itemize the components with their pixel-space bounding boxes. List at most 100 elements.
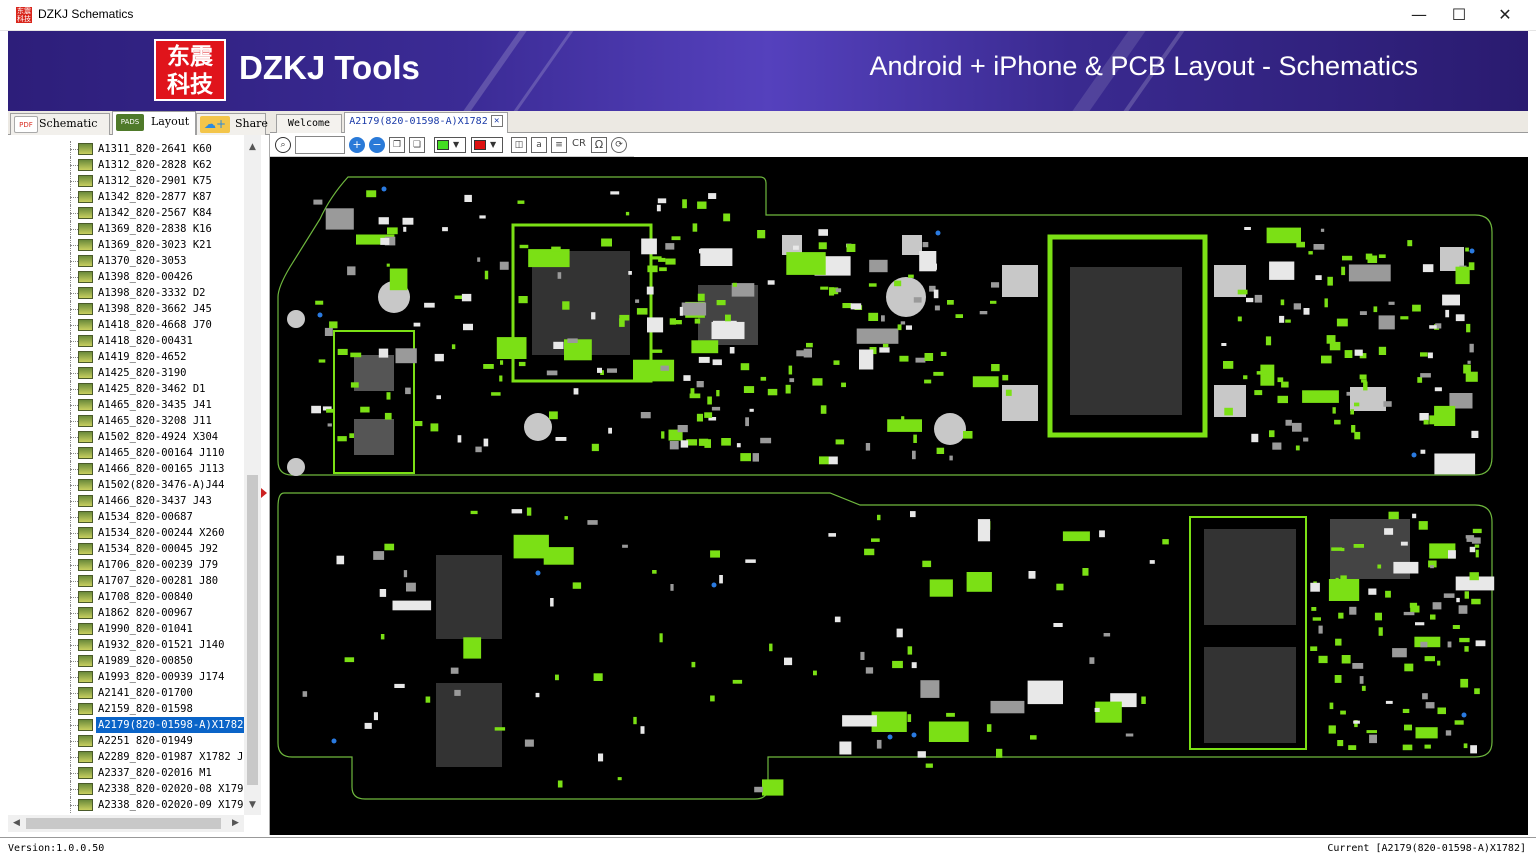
tree-item[interactable]: A1342_820-2877 K87 — [8, 189, 254, 205]
search-icon[interactable]: ⌕ — [275, 137, 291, 153]
tree-item[interactable]: A1465_820-00164 J110 — [8, 445, 254, 461]
tree-item[interactable]: A2338_820-02020-09 X1799 — [8, 797, 254, 813]
tab-share[interactable]: ☁+ Share — [196, 113, 268, 135]
smd-component — [986, 724, 992, 732]
smd-component — [696, 381, 704, 388]
tab-a2179-layout[interactable]: A2179(820-01598-A)X1782 ✕ — [344, 112, 508, 133]
test-point — [711, 582, 717, 588]
smd-component — [1279, 315, 1285, 323]
tab-schematic[interactable]: PDF Schematic — [10, 113, 110, 135]
tree-item[interactable]: A1862 820-00967 — [8, 605, 254, 621]
highlight-color-picker[interactable]: ▼ — [471, 137, 503, 153]
smd-component — [1030, 735, 1037, 740]
tree-item[interactable]: A2289_820-01987 X1782 J22 — [8, 749, 254, 765]
smd-component — [881, 315, 885, 322]
smd-component — [1464, 646, 1469, 652]
pcb-layout-canvas[interactable] — [270, 157, 1528, 835]
tree-item[interactable]: A2141_820-01700 — [8, 685, 254, 701]
tree-item[interactable]: A1369_820-3023 K21 — [8, 237, 254, 253]
tree-item[interactable]: A1708_820-00840 — [8, 589, 254, 605]
layers-icon[interactable]: ◫ — [511, 137, 527, 153]
tree-item[interactable]: A1534_820-00045 J92 — [8, 541, 254, 557]
tree-item[interactable]: A1466_820-3437 J43 — [8, 493, 254, 509]
tree-item[interactable]: A1932_820-01521 J140 — [8, 637, 254, 653]
tree-item[interactable]: A1419_820-4652 — [8, 349, 254, 365]
tree-item[interactable]: A1398_820-00426 — [8, 269, 254, 285]
tree-item[interactable]: A1425_820-3190 — [8, 365, 254, 381]
tree-item[interactable]: A1534_820-00244 X260 — [8, 525, 254, 541]
tree-horizontal-scrollbar[interactable]: ◀ ▶ — [8, 815, 244, 832]
smd-component — [749, 408, 754, 412]
tree-item[interactable]: A1465_820-3435 J41 — [8, 397, 254, 413]
tree-item[interactable]: A1425_820-3462 D1 — [8, 381, 254, 397]
tab-layout[interactable]: PADS Layout — [112, 111, 196, 135]
smd-component — [484, 270, 489, 280]
tree-item[interactable]: A1342_820-2567 K84 — [8, 205, 254, 221]
zoom-out-icon[interactable]: − — [369, 137, 385, 153]
scroll-thumb[interactable] — [247, 475, 258, 785]
list-icon[interactable]: ≡ — [551, 137, 567, 153]
smd-component — [846, 243, 856, 252]
tree-item[interactable]: A1418_820-4668 J70 — [8, 317, 254, 333]
tab-welcome[interactable]: Welcome — [276, 114, 342, 133]
smd-component — [543, 547, 574, 565]
tree-item[interactable]: A1312_820-2828 K62 — [8, 157, 254, 173]
tree-item[interactable]: A1706_820-00239 J79 — [8, 557, 254, 573]
tree-item[interactable]: A1311_820-2641 K60 — [8, 141, 254, 157]
tree-item[interactable]: A2337_820-02016 M1 — [8, 765, 254, 781]
smd-component — [841, 382, 846, 388]
text-icon[interactable]: a — [531, 137, 547, 153]
zoom-in-icon[interactable]: + — [349, 137, 365, 153]
tree-item[interactable]: A1707_820-00281 J80 — [8, 573, 254, 589]
tree-item[interactable]: A1418_820-00431 — [8, 333, 254, 349]
pcb-board-drawing[interactable] — [270, 157, 1528, 835]
tree-item[interactable]: A1312_820-2901 K75 — [8, 173, 254, 189]
tree-item[interactable]: A2159_820-01598 — [8, 701, 254, 717]
close-button[interactable]: ✕ — [1482, 0, 1528, 31]
smd-component — [1311, 607, 1317, 611]
cr-icon[interactable]: CR — [571, 137, 587, 153]
scroll-left-icon[interactable]: ◀ — [8, 815, 25, 832]
tree-item[interactable]: A1993_820-00939 J174 — [8, 669, 254, 685]
smd-component — [905, 325, 912, 330]
tree-item[interactable]: A1466_820-00165 J113 — [8, 461, 254, 477]
reset-icon[interactable]: ⟳ — [611, 137, 627, 153]
smd-component — [719, 575, 723, 584]
scroll-down-icon[interactable]: ▼ — [244, 797, 261, 814]
tree-item[interactable]: A1398_820-3662 J45 — [8, 301, 254, 317]
tree-item[interactable]: A1398_820-3332 D2 — [8, 285, 254, 301]
tree-item[interactable]: A2338_820-02020-08 X1799 — [8, 781, 254, 797]
paste-icon[interactable]: ❏ — [409, 137, 425, 153]
tree-item[interactable]: A1989_820-00850 — [8, 653, 254, 669]
tree-item[interactable]: A1465_820-3208 J11 — [8, 413, 254, 429]
smd-component — [1337, 740, 1344, 747]
splitter-arrow-icon[interactable] — [261, 488, 267, 498]
maximize-button[interactable]: ☐ — [1436, 0, 1482, 31]
smd-component — [477, 257, 481, 262]
tree-item[interactable]: A2251 820-01949 — [8, 733, 254, 749]
zoom-input[interactable] — [295, 136, 345, 154]
smd-component — [900, 321, 906, 325]
ohm-icon[interactable]: Ω — [591, 137, 607, 153]
smd-component — [1475, 549, 1479, 558]
hscroll-thumb[interactable] — [26, 818, 221, 829]
scroll-right-icon[interactable]: ▶ — [227, 815, 244, 832]
tab-close-icon[interactable]: ✕ — [490, 115, 503, 127]
smd-component — [860, 651, 865, 660]
tree-item[interactable]: A1370_820-3053 — [8, 253, 254, 269]
smd-component — [513, 534, 549, 559]
tree-item-label: A1502_820-4924 X304 — [98, 431, 219, 443]
copy-icon[interactable]: ❐ — [389, 137, 405, 153]
tree-item[interactable]: A1990_820-01041 — [8, 621, 254, 637]
tree-vertical-scrollbar[interactable]: ▲ ▼ — [244, 135, 261, 815]
tree-item[interactable]: A2179(820-01598-A)X1782 — [8, 717, 254, 733]
tree-item[interactable]: A1502(820-3476-A)J44 — [8, 477, 254, 493]
scroll-up-icon[interactable]: ▲ — [244, 139, 261, 156]
net-color-picker[interactable]: ▼ — [434, 137, 466, 153]
tree-item[interactable]: A1369_820-2838 K16 — [8, 221, 254, 237]
tree-item[interactable]: A1502_820-4924 X304 — [8, 429, 254, 445]
smd-component — [767, 280, 775, 285]
tree-item[interactable]: A1534_820-00687 — [8, 509, 254, 525]
smd-component — [628, 271, 632, 275]
smd-component — [1445, 730, 1452, 736]
